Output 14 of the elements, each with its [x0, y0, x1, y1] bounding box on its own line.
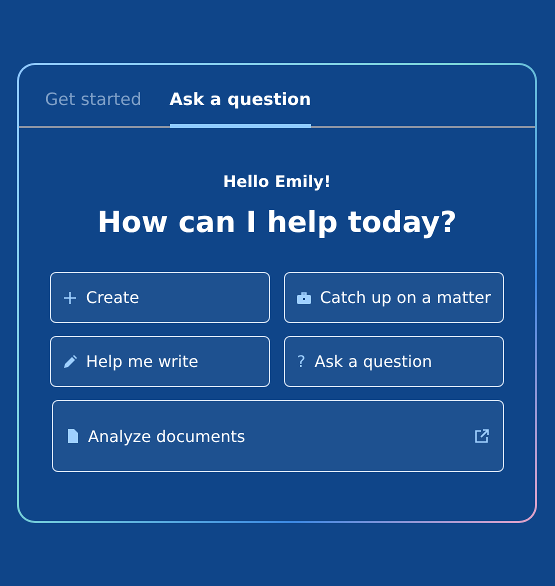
external-link-icon [475, 429, 489, 443]
plus-icon [63, 290, 77, 304]
document-icon [67, 429, 79, 443]
action-button[interactable]: Catch up on a matter [284, 272, 504, 323]
action-button[interactable]: Create [50, 272, 270, 323]
pencil-icon [63, 354, 77, 368]
greeting: Hello Emily! [222, 172, 332, 191]
briefcase-icon [297, 290, 311, 304]
headline: How can I help today? [96, 205, 458, 239]
tab[interactable]: Ask a question [170, 90, 312, 128]
action-button[interactable]: Analyze documents [52, 400, 504, 472]
question-icon: ? [297, 352, 306, 371]
action-button[interactable]: Help me write [50, 336, 270, 387]
action-button[interactable]: ? Ask a question [284, 336, 504, 387]
